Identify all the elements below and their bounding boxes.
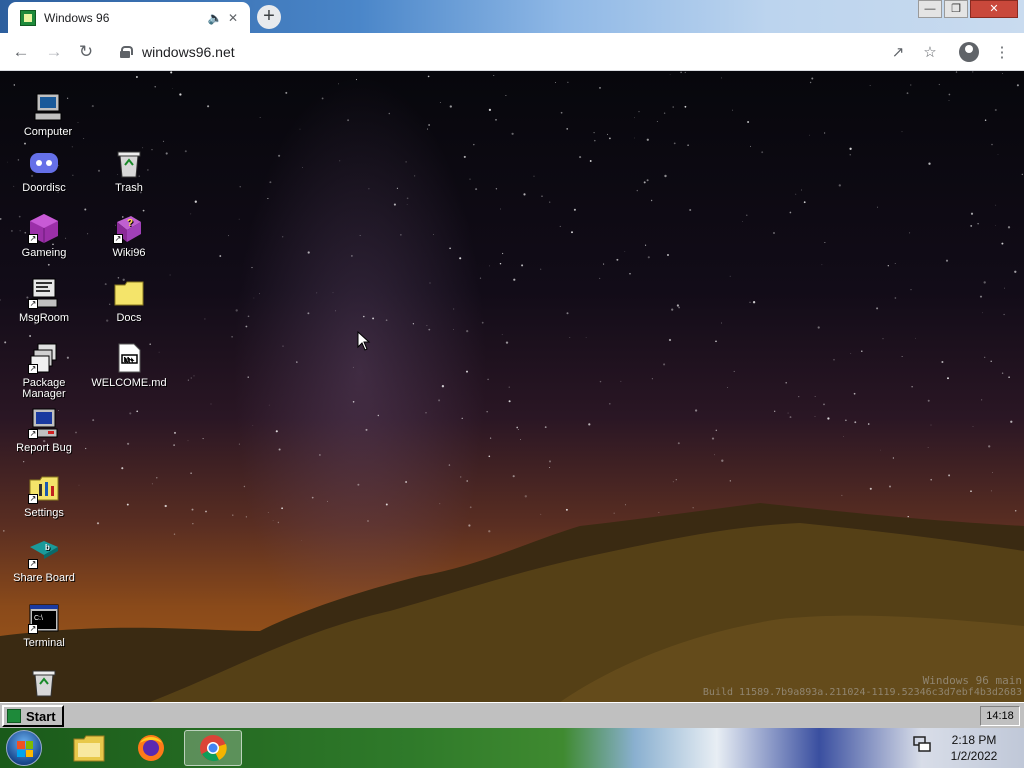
computer-icon — [32, 91, 64, 123]
shortcut-arrow-icon: ↗ — [28, 624, 38, 634]
recycle-bin-icon — [113, 147, 145, 179]
desktop-icon-package-manager[interactable]: ↗ Package Manager — [2, 342, 86, 400]
icon-label: Docs — [116, 312, 142, 324]
windows96-logo-icon — [7, 709, 21, 723]
recycle-bin-icon — [28, 666, 60, 698]
settings-folder-icon: ↗ — [28, 472, 60, 504]
shortcut-arrow-icon: ↗ — [28, 494, 38, 504]
lock-icon[interactable] — [120, 46, 133, 58]
close-icon[interactable]: ✕ — [224, 11, 242, 25]
menu-kebab-icon[interactable]: ⋮ — [992, 43, 1012, 61]
svg-text:b: b — [45, 543, 50, 552]
firefox-icon[interactable] — [122, 730, 180, 766]
restore-button[interactable]: ❐ — [944, 0, 968, 18]
desktop-icon-docs[interactable]: Docs — [87, 277, 171, 324]
browser-toolbar: ← → ↻ windows96.net ↗ ☆ ⋮ — [0, 33, 1024, 71]
desktop-icon-msgroom[interactable]: ↗ MsgRoom — [2, 277, 86, 324]
help-book-icon: ? ↗ — [113, 212, 145, 244]
bug-report-icon: ↗ — [28, 407, 60, 439]
desktop-icon-partial-recycle[interactable] — [2, 666, 86, 702]
speaker-icon[interactable]: 🔈 — [206, 11, 224, 25]
reload-icon[interactable]: ↻ — [75, 42, 97, 62]
icon-label: Computer — [23, 126, 73, 138]
forward-arrow-icon[interactable]: → — [43, 42, 65, 62]
build-edition: Windows 96 main — [922, 674, 1022, 687]
windows-orb-icon — [6, 730, 42, 766]
start-label: Start — [26, 708, 56, 724]
icon-label: Package Manager — [22, 377, 66, 400]
icon-label: Report Bug — [16, 442, 72, 454]
icon-label: MsgRoom — [18, 312, 70, 324]
host-taskbar: 2:18 PM 1/2/2022 — [0, 728, 1024, 768]
host-date: 1/2/2022 — [950, 749, 998, 763]
browser-tab[interactable]: Windows 96 🔈 ✕ — [8, 2, 250, 33]
desktop-icon-report-bug[interactable]: ↗ Report Bug — [2, 407, 86, 454]
folder-icon — [113, 277, 145, 309]
share-icon[interactable]: ↗ — [888, 43, 908, 61]
shortcut-arrow-icon: ↗ — [113, 234, 123, 244]
markdown-file-icon: M+ — [113, 342, 145, 374]
discord-icon — [28, 147, 60, 179]
package-icon: ↗ — [28, 342, 60, 374]
bookmark-star-icon[interactable]: ☆ — [920, 43, 940, 61]
icon-label: WELCOME.md — [91, 377, 167, 389]
svg-text:M+: M+ — [124, 357, 134, 364]
back-arrow-icon[interactable]: ← — [10, 42, 32, 62]
chat-icon: ↗ — [28, 277, 60, 309]
host-clock[interactable]: 2:18 PM 1/2/2022 — [942, 732, 1006, 764]
build-number: Build 11589.7b9a893a.211024-1119.52346c3… — [702, 687, 1022, 698]
shortcut-arrow-icon: ↗ — [28, 559, 38, 569]
desktop-icon-welcome-md[interactable]: M+ WELCOME.md — [87, 342, 171, 389]
windows96-favicon-icon — [20, 9, 36, 26]
mouse-cursor-icon — [357, 331, 371, 351]
icon-label: Terminal — [23, 637, 65, 649]
icon-label: Trash — [115, 182, 143, 194]
icon-label: Settings — [24, 507, 64, 519]
host-time: 2:18 PM — [951, 733, 997, 747]
profile-avatar-icon[interactable] — [959, 42, 979, 62]
svg-text:?: ? — [127, 218, 133, 229]
window-controls: — ❐ ✕ — [918, 0, 1018, 18]
minimize-button[interactable]: — — [918, 0, 942, 18]
address-bar[interactable]: windows96.net — [108, 37, 918, 67]
desktop-icon-terminal[interactable]: C:\ ↗ Terminal — [2, 602, 86, 649]
win96-desktop[interactable]: Computer Doordisc Trash ↗ Gameing ? ↗ Wi… — [0, 71, 1024, 702]
url-text[interactable]: windows96.net — [142, 44, 235, 60]
host-start-orb-button[interactable] — [6, 730, 46, 766]
icon-label: Gameing — [21, 247, 67, 259]
start-button[interactable]: Start — [2, 705, 64, 727]
desktop-icon-doordisc[interactable]: Doordisc — [2, 147, 86, 194]
icon-label: Doordisc — [22, 182, 66, 194]
desktop-icon-gameing[interactable]: ↗ Gameing — [2, 212, 86, 259]
shortcut-arrow-icon: ↗ — [28, 429, 38, 439]
build-watermark: Windows 96 main Build 11589.7b9a893a.211… — [703, 674, 1022, 698]
desktop-icon-settings[interactable]: ↗ Settings — [2, 472, 86, 519]
desktop-icon-wiki96[interactable]: ? ↗ Wiki96 — [87, 212, 171, 259]
file-explorer-icon[interactable] — [60, 730, 118, 766]
browser-titlebar: Windows 96 🔈 ✕ + — ❐ ✕ — [0, 0, 1024, 33]
tab-title: Windows 96 — [44, 10, 110, 25]
terminal-icon: C:\ ↗ — [28, 602, 60, 634]
shortcut-arrow-icon: ↗ — [28, 364, 38, 374]
share-board-icon: b ↗ — [28, 537, 60, 569]
icon-label: Wiki96 — [112, 247, 146, 259]
network-icon[interactable] — [912, 734, 932, 754]
chrome-icon[interactable] — [184, 730, 242, 766]
desktop-icon-share-board[interactable]: b ↗ Share Board — [2, 537, 86, 584]
new-tab-button[interactable]: + — [257, 5, 281, 29]
close-window-button[interactable]: ✕ — [970, 0, 1018, 18]
icon-label: Share Board — [13, 572, 75, 584]
game-cube-icon: ↗ — [28, 212, 60, 244]
shortcut-arrow-icon: ↗ — [28, 234, 38, 244]
win96-taskbar: Start 14:18 — [0, 702, 1024, 728]
shortcut-arrow-icon: ↗ — [28, 299, 38, 309]
desktop-icon-trash[interactable]: Trash — [87, 147, 171, 194]
desktop-icon-computer[interactable]: Computer — [6, 91, 90, 138]
taskbar-clock[interactable]: 14:18 — [980, 706, 1020, 726]
svg-text:C:\: C:\ — [34, 615, 43, 622]
